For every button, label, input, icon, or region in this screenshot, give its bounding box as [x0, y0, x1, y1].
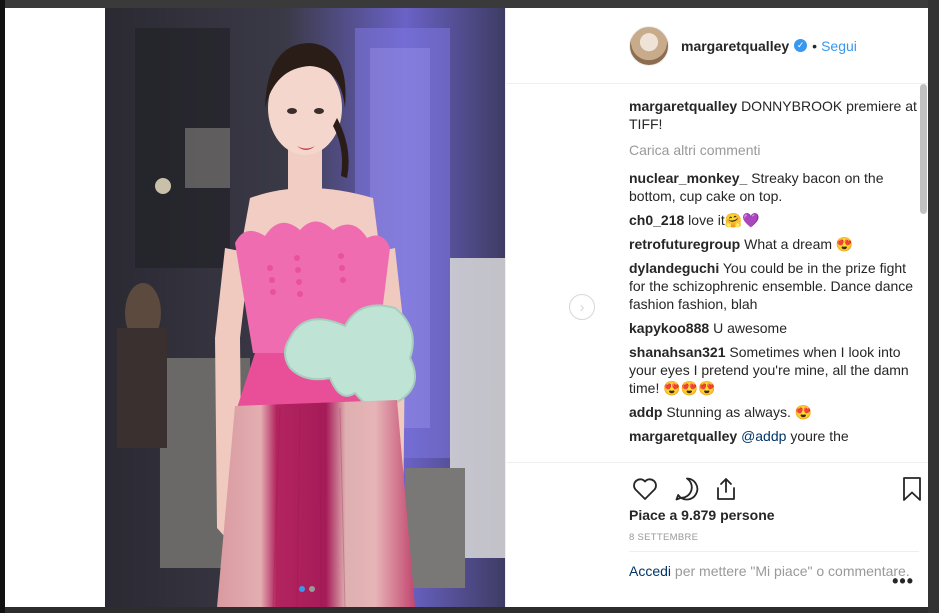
- carousel-dot-1: [299, 586, 305, 592]
- post-side-panel: margaretqualley ✓ • Segui margaretqualle…: [505, 8, 928, 607]
- header-separator: •: [812, 37, 818, 54]
- comment-item: ch0_218 love it🤗💜: [629, 211, 919, 229]
- avatar[interactable]: [629, 25, 669, 66]
- comment-username[interactable]: kapykoo888: [629, 320, 709, 336]
- comment-mention[interactable]: @addp: [741, 428, 786, 444]
- comment-text: youre the: [790, 428, 849, 444]
- load-more-comments-button[interactable]: Carica altri commenti: [629, 141, 919, 159]
- heart-icon[interactable]: [632, 476, 658, 502]
- bookmark-icon[interactable]: [899, 476, 925, 502]
- comment-username[interactable]: nuclear_monkey_: [629, 170, 747, 186]
- comment-item: kapykoo888 U awesome: [629, 319, 919, 337]
- comment-item: dylandeguchi You could be in the prize f…: [629, 259, 919, 313]
- comment-username[interactable]: shanahsan321: [629, 344, 726, 360]
- comment-item: nuclear_monkey_ Streaky bacon on the bot…: [629, 169, 919, 205]
- comments-list[interactable]: margaretqualley DONNYBROOK premiere at T…: [629, 84, 919, 462]
- verified-check: ✓: [796, 40, 805, 50]
- likes-count[interactable]: Piace a 9.879 persone: [629, 507, 775, 523]
- comment-text: Stunning as always. 😍: [666, 404, 813, 420]
- header-username[interactable]: margaretqualley: [681, 38, 789, 54]
- caption-username[interactable]: margaretqualley: [629, 98, 737, 114]
- post-modal: › margaretqualley ✓ • Segui margaretqual…: [5, 8, 928, 607]
- share-icon[interactable]: [713, 476, 739, 502]
- post-header: margaretqualley ✓ • Segui: [506, 8, 928, 84]
- backdrop-top-strip: [0, 0, 939, 8]
- follow-button[interactable]: Segui: [821, 38, 857, 54]
- backdrop-right-edge: [928, 0, 939, 613]
- login-link[interactable]: Accedi: [629, 563, 671, 579]
- comment-item: addp Stunning as always. 😍: [629, 403, 919, 421]
- action-bar: [506, 462, 928, 503]
- comment-item: retrofuturegroup What a dream 😍: [629, 235, 919, 253]
- post-photo[interactable]: [105, 8, 505, 607]
- login-prompt: Accedi per mettere "Mi piace" o commenta…: [629, 551, 919, 580]
- comment-item: margaretqualley @addp youre the: [629, 427, 919, 445]
- verified-badge-icon: ✓: [794, 39, 808, 52]
- login-prompt-text: per mettere "Mi piace" o commentare.: [674, 563, 910, 579]
- comment-username[interactable]: margaretqualley: [629, 428, 737, 444]
- backdrop-bottom-strip: [0, 607, 939, 613]
- post-date[interactable]: 8 SETTEMBRE: [629, 532, 698, 543]
- comment-username[interactable]: ch0_218: [629, 212, 684, 228]
- comment-bubble-icon[interactable]: [674, 476, 700, 502]
- comment-username[interactable]: retrofuturegroup: [629, 236, 740, 252]
- carousel-dot-2: [309, 586, 315, 592]
- comments-scrollbar[interactable]: [918, 84, 928, 462]
- comment-text: love it🤗💜: [688, 212, 760, 228]
- caption: margaretqualley DONNYBROOK premiere at T…: [629, 97, 919, 133]
- comment-text: U awesome: [713, 320, 787, 336]
- comment-text: What a dream 😍: [744, 236, 854, 252]
- more-options-icon[interactable]: •••: [892, 571, 914, 592]
- comment-username[interactable]: dylandeguchi: [629, 260, 719, 276]
- comment-item: shanahsan321 Sometimes when I look into …: [629, 343, 919, 397]
- scrollbar-thumb[interactable]: [920, 84, 927, 214]
- comment-username[interactable]: addp: [629, 404, 662, 420]
- carousel-indicator: [299, 586, 315, 592]
